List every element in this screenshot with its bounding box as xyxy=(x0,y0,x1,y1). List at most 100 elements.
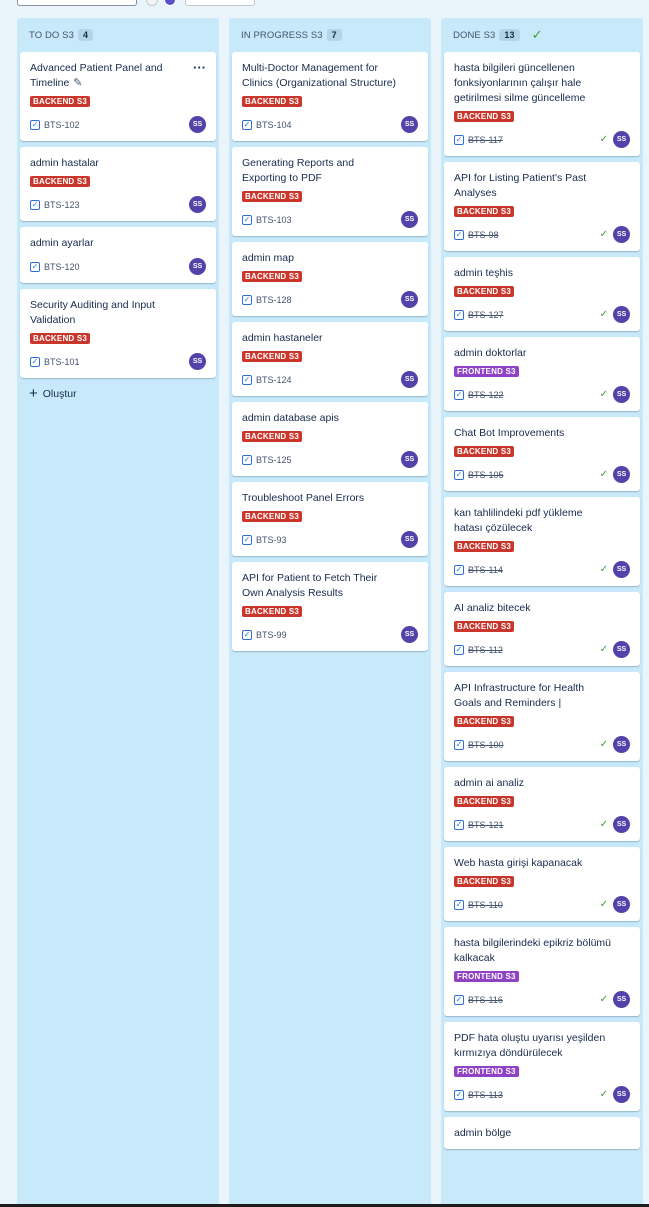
issue-key[interactable]: BTS-93 xyxy=(256,535,287,545)
issue-card[interactable]: Web hasta girişi kapanacak BACKEND S3 ✓ BTS… xyxy=(444,847,640,921)
issue-key[interactable]: BTS-100 xyxy=(468,740,504,750)
issue-key[interactable]: BTS-113 xyxy=(468,1090,503,1100)
issue-key[interactable]: BTS-124 xyxy=(256,375,292,385)
avatar[interactable]: SS xyxy=(401,531,418,548)
issue-key[interactable]: BTS-104 xyxy=(256,120,292,130)
issue-key[interactable]: BTS-103 xyxy=(256,215,292,225)
issue-card[interactable]: admin bölge xyxy=(444,1117,640,1149)
card-label: BACKEND S3 xyxy=(30,176,91,187)
issue-card[interactable]: Security Auditing and Input Validation B… xyxy=(20,289,216,378)
avatar[interactable]: SS xyxy=(613,641,630,658)
issue-card[interactable]: Troubleshoot Panel Errors BACKEND S3 ✓ B… xyxy=(232,482,428,556)
issue-key[interactable]: BTS-98 xyxy=(468,230,499,240)
task-checkbox-icon: ✓ xyxy=(242,294,252,305)
issue-key[interactable]: BTS-112 xyxy=(468,645,503,655)
issue-card[interactable]: admin doktorlar FRONTEND S3 ✓ BTS-122 ✓ SS xyxy=(444,337,640,411)
card-footer: ✓ BTS-101 SS xyxy=(30,353,206,370)
avatar[interactable]: SS xyxy=(613,226,630,243)
column-count: 7 xyxy=(326,29,342,41)
issue-key[interactable]: BTS-127 xyxy=(468,310,504,320)
avatar[interactable]: SS xyxy=(189,196,206,213)
issue-card[interactable]: Generating Reports and Exporting to PDF … xyxy=(232,147,428,236)
issue-card[interactable]: admin database apis BACKEND S3 ✓ BTS-125… xyxy=(232,402,428,476)
avatar[interactable]: SS xyxy=(189,353,206,370)
issue-card[interactable]: hasta bilgilerindeki epikriz bölümü kalk… xyxy=(444,927,640,1016)
issue-card[interactable]: Multi-Doctor Management for Clinics (Org… xyxy=(232,52,428,141)
issue-card[interactable]: AI analiz bitecek BACKEND S3 ✓ BTS-112 ✓ SS xyxy=(444,592,640,666)
card-title: hasta bilgileri güncellenen fonksiyonlar… xyxy=(454,62,586,104)
filter-button-partial[interactable] xyxy=(185,0,255,6)
avatar[interactable]: SS xyxy=(401,291,418,308)
issue-key[interactable]: BTS-128 xyxy=(256,295,292,305)
issue-card[interactable]: admin hastalar BACKEND S3 ✓ BTS-123 SS xyxy=(20,147,216,221)
card-footer: ✓ BTS-117 ✓ SS xyxy=(454,131,630,148)
avatar[interactable]: SS xyxy=(401,626,418,643)
more-icon[interactable]: ··· xyxy=(193,60,206,75)
card-label: FRONTEND S3 xyxy=(454,366,519,377)
card-footer: ✓ BTS-102 SS xyxy=(30,116,206,133)
avatar-partial[interactable] xyxy=(164,0,176,6)
column-header: DONE S3 13 ✓ xyxy=(441,18,643,52)
card-label: BACKEND S3 xyxy=(242,351,303,362)
avatar[interactable]: SS xyxy=(189,116,206,133)
column-count: 13 xyxy=(499,29,520,41)
card-label: BACKEND S3 xyxy=(242,431,303,442)
card-footer: ✓ BTS-105 ✓ SS xyxy=(454,466,630,483)
issue-key[interactable]: BTS-121 xyxy=(468,820,504,830)
avatar[interactable]: SS xyxy=(613,306,630,323)
card-footer: ✓ BTS-125 SS xyxy=(242,451,418,468)
issue-card[interactable]: PDF hata oluştu uyarısı yeşilden kırmızı… xyxy=(444,1022,640,1111)
task-checkbox-icon: ✓ xyxy=(30,356,40,367)
issue-card[interactable]: admin ayarlar ✓ BTS-120 SS xyxy=(20,227,216,283)
avatar-partial[interactable] xyxy=(146,0,158,6)
avatar[interactable]: SS xyxy=(613,466,630,483)
issue-key[interactable]: BTS-114 xyxy=(468,565,503,575)
issue-card[interactable]: hasta bilgileri güncellenen fonksiyonlar… xyxy=(444,52,640,156)
issue-key[interactable]: BTS-123 xyxy=(44,200,80,210)
avatar[interactable]: SS xyxy=(613,386,630,403)
issue-card[interactable]: API Infrastructure for Health Goals and … xyxy=(444,672,640,761)
issue-key[interactable]: BTS-105 xyxy=(468,470,504,480)
avatar[interactable]: SS xyxy=(401,211,418,228)
issue-card[interactable]: admin ai analiz BACKEND S3 ✓ BTS-121 ✓ SS xyxy=(444,767,640,841)
done-check-icon: ✓ xyxy=(599,899,608,910)
issue-card[interactable]: Advanced Patient Panel and Timeline ✎ ···… xyxy=(20,52,216,141)
issue-card[interactable]: API for Listing Patient's Past Analyses B… xyxy=(444,162,640,251)
column-title: DONE S3 xyxy=(453,29,496,41)
avatar[interactable]: SS xyxy=(613,736,630,753)
avatar[interactable]: SS xyxy=(189,258,206,275)
done-check-icon: ✓ xyxy=(599,644,608,655)
avatar[interactable]: SS xyxy=(613,131,630,148)
issue-card[interactable]: admin hastaneler BACKEND S3 ✓ BTS-124 SS xyxy=(232,322,428,396)
issue-card[interactable]: API for Patient to Fetch Their Own Analy… xyxy=(232,562,428,651)
avatar[interactable]: SS xyxy=(613,1086,630,1103)
issue-key[interactable]: BTS-125 xyxy=(256,455,292,465)
avatar[interactable]: SS xyxy=(613,896,630,913)
avatar[interactable]: SS xyxy=(613,816,630,833)
issue-key[interactable]: BTS-117 xyxy=(468,135,503,145)
edit-icon[interactable]: ✎ xyxy=(73,76,82,91)
card-label: BACKEND S3 xyxy=(454,111,515,122)
avatar[interactable]: SS xyxy=(401,371,418,388)
task-checkbox-icon: ✓ xyxy=(30,199,40,210)
search-box-partial[interactable] xyxy=(17,0,137,6)
avatar[interactable]: SS xyxy=(401,451,418,468)
issue-key[interactable]: BTS-116 xyxy=(468,995,503,1005)
issue-key[interactable]: BTS-99 xyxy=(256,630,287,640)
issue-key[interactable]: BTS-120 xyxy=(44,262,80,272)
issue-card[interactable]: kan tahlilindeki pdf yükleme hatası çözü… xyxy=(444,497,640,586)
card-title: Chat Bot Improvements xyxy=(454,427,565,439)
issue-card[interactable]: admin teşhis BACKEND S3 ✓ BTS-127 ✓ SS xyxy=(444,257,640,331)
issue-key[interactable]: BTS-101 xyxy=(44,357,80,367)
avatar[interactable]: SS xyxy=(613,991,630,1008)
issue-card[interactable]: admin map BACKEND S3 ✓ BTS-128 SS xyxy=(232,242,428,316)
avatar[interactable]: SS xyxy=(401,116,418,133)
done-check-icon: ✓ xyxy=(599,469,608,480)
issue-key[interactable]: BTS-110 xyxy=(468,900,503,910)
issue-key[interactable]: BTS-122 xyxy=(468,390,504,400)
issue-key[interactable]: BTS-102 xyxy=(44,120,80,130)
create-button[interactable]: + Oluştur xyxy=(17,378,219,409)
avatar[interactable]: SS xyxy=(613,561,630,578)
issue-card[interactable]: Chat Bot Improvements BACKEND S3 ✓ BTS-105 ✓… xyxy=(444,417,640,491)
card-footer: ✓ BTS-113 ✓ SS xyxy=(454,1086,630,1103)
